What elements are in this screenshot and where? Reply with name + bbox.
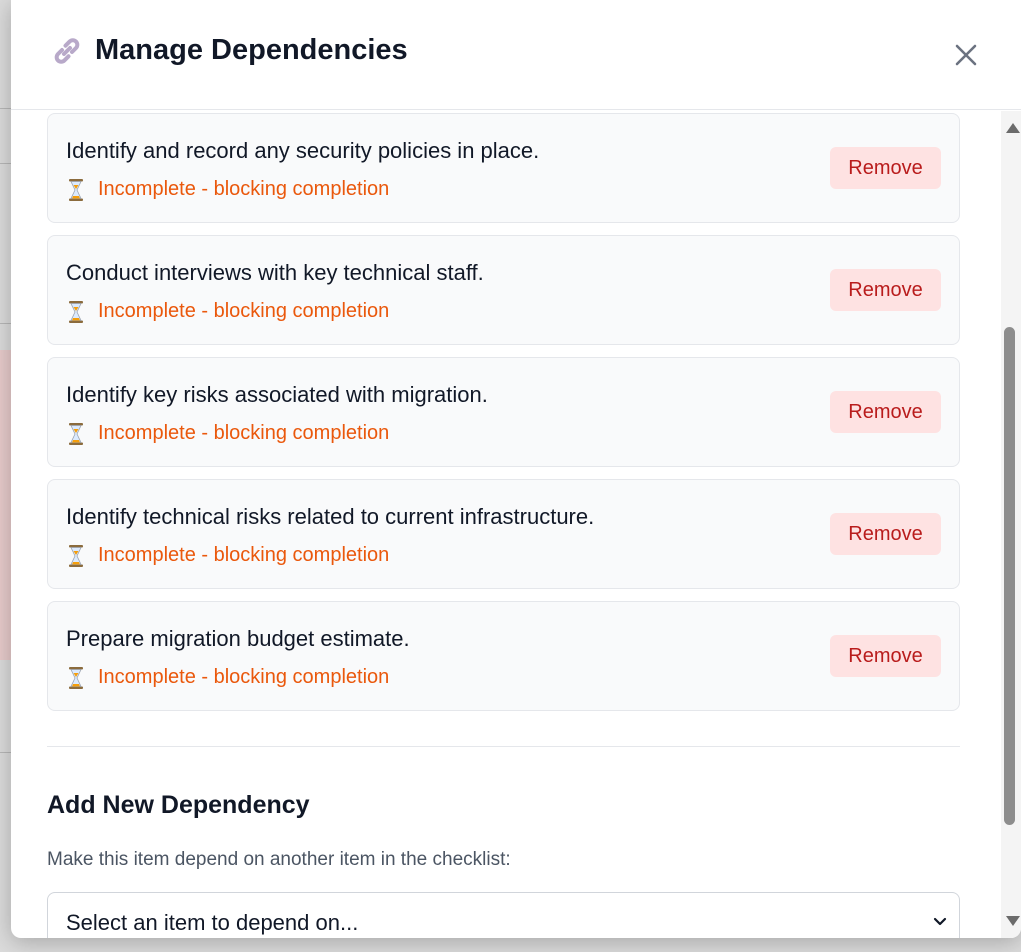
remove-button[interactable]: Remove [830,635,941,677]
modal-body: Identify and record any security policie… [11,111,1001,938]
dependency-item: Conduct interviews with key technical st… [47,235,960,345]
dependency-status-text: Incomplete - blocking completion [98,300,390,322]
hourglass-icon [69,300,83,323]
chevron-down-icon [933,917,947,926]
remove-button[interactable]: Remove [830,391,941,433]
scrollbar-thumb[interactable] [1004,327,1015,825]
hourglass-icon [69,178,83,201]
dependency-status: Incomplete - blocking completion [68,178,389,201]
remove-button[interactable]: Remove [830,513,941,555]
add-dependency-title: Add New Dependency [47,791,310,819]
dependency-status: Incomplete - blocking completion [68,300,389,323]
dependency-title: Identify technical risks related to curr… [66,504,595,529]
section-divider [47,746,960,747]
hourglass-icon [69,422,83,445]
dependency-item: Prepare migration budget estimate. Incom… [47,601,960,711]
scrollbar[interactable] [1001,111,1021,938]
dependency-status-text: Incomplete - blocking completion [98,544,390,566]
link-icon [54,37,80,64]
remove-button[interactable]: Remove [830,269,941,311]
scroll-up-arrow[interactable] [1006,123,1020,133]
dependency-title: Identify key risks associated with migra… [66,382,488,407]
dependency-item: Identify and record any security policie… [47,113,960,223]
add-dependency-description: Make this item depend on another item in… [47,849,511,870]
hourglass-icon [69,544,83,567]
dependency-item: Identify technical risks related to curr… [47,479,960,589]
modal-title: Manage Dependencies [95,34,408,66]
dependency-status: Incomplete - blocking completion [68,422,389,445]
dependency-status: Incomplete - blocking completion [68,544,389,567]
dependency-status-text: Incomplete - blocking completion [98,178,390,200]
remove-button[interactable]: Remove [830,147,941,189]
dependency-select-value: Select an item to depend on... [66,910,359,935]
dependency-title: Identify and record any security policie… [66,138,540,163]
manage-dependencies-modal: Manage Dependencies Identify and record … [11,0,1021,938]
dependency-status-text: Incomplete - blocking completion [98,422,390,444]
scroll-down-arrow[interactable] [1006,916,1020,926]
hourglass-icon [69,666,83,689]
dependency-status-text: Incomplete - blocking completion [98,666,390,688]
dependency-title: Conduct interviews with key technical st… [66,260,484,285]
close-button[interactable] [951,40,981,70]
close-icon [955,44,977,66]
modal-header: Manage Dependencies [11,0,1021,110]
dependency-title: Prepare migration budget estimate. [66,626,410,651]
dependency-select[interactable]: Select an item to depend on... [47,892,960,938]
dependency-item: Identify key risks associated with migra… [47,357,960,467]
dependency-status: Incomplete - blocking completion [68,666,389,689]
